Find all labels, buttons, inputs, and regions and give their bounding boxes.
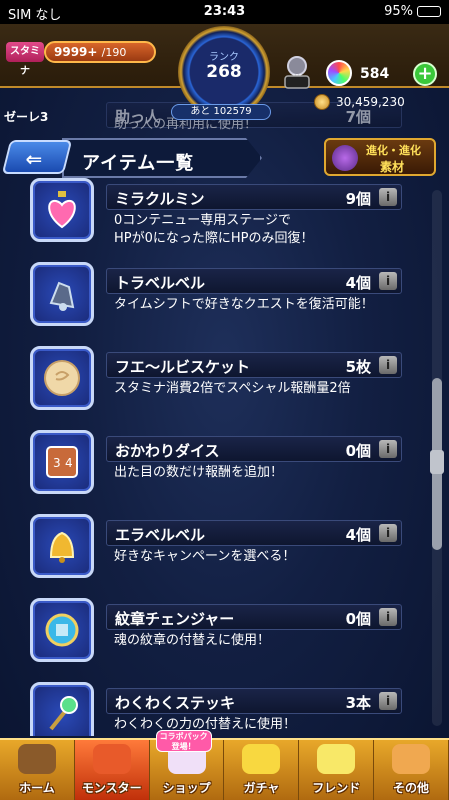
app-screen: SIM なし 23:43 95% 助っ人 7個 助っ人の再利用に使用！ ミラクル… bbox=[0, 0, 449, 800]
friend-icon bbox=[317, 744, 356, 774]
magic-wand-icon bbox=[30, 682, 94, 736]
evolution-monster-icon bbox=[332, 145, 358, 171]
dice-icon: 34 bbox=[30, 430, 94, 494]
list-item[interactable]: フエ〜ルビスケット 5枚 i スタミナ消費2倍でスペシャル報酬量2倍 bbox=[30, 346, 418, 430]
list-item[interactable]: わくわくステッキ 3本 i わくわくの力の付替えに使用！ bbox=[30, 682, 418, 736]
collab-badge: コラボパック登場！ bbox=[155, 730, 212, 752]
list-item[interactable]: ミラクルミン 9個 i 0コンテニュー専用ステージで HPが0になった際にHPのみ回復… bbox=[30, 178, 418, 262]
item-count: 4個 bbox=[345, 526, 371, 544]
side-label: ゼーレ3 bbox=[4, 110, 49, 124]
item-description: 好きなキャンペーンを選べる！ bbox=[114, 549, 296, 564]
item-description: スタミナ消費2倍でスペシャル報酬量2倍 bbox=[114, 381, 351, 396]
item-count: 9個 bbox=[345, 190, 371, 208]
gacha-icon bbox=[242, 744, 281, 774]
back-button[interactable]: ⇐ bbox=[1, 140, 73, 174]
info-button[interactable]: i bbox=[379, 188, 397, 206]
svg-text:3: 3 bbox=[53, 456, 61, 470]
item-name: 紋章チェンジャー bbox=[115, 610, 235, 628]
title-plate: アイテム一覧 bbox=[62, 138, 262, 178]
item-name-bar: わくわくステッキ 3本 i bbox=[106, 688, 402, 714]
item-name: フエ〜ルビスケット bbox=[115, 358, 251, 376]
nav-label: ホーム bbox=[19, 781, 55, 795]
material-label: 素材 bbox=[380, 160, 405, 174]
nav-item[interactable]: ショップ コラボパック登場！ bbox=[150, 730, 225, 800]
monster-icon bbox=[92, 744, 131, 774]
add-orb-button[interactable]: + bbox=[413, 62, 437, 86]
item-name: トラベルベル bbox=[115, 274, 206, 292]
item-count: 0個 bbox=[345, 610, 371, 628]
coin-count: 30,459,230 bbox=[336, 95, 405, 109]
stamina-max: /190 bbox=[101, 46, 127, 59]
nav-label: その他 bbox=[393, 781, 430, 795]
item-name: エラベルベル bbox=[115, 526, 206, 544]
back-arrow-icon: ⇐ bbox=[25, 147, 43, 171]
home-icon bbox=[17, 744, 56, 774]
bottom-nav: ホーム モンスター ショップ コラボパック登場！ ガチャ フレンド その他 bbox=[0, 730, 449, 800]
status-right: 95% bbox=[384, 4, 441, 19]
nav-label: フレンド bbox=[312, 781, 361, 795]
list-item[interactable]: 3 4 おかわりダイス 0個 i 出た目の数だけ報酬を追加！ bbox=[30, 430, 418, 514]
crest-changer-icon bbox=[30, 598, 94, 662]
item-count: 4個 bbox=[345, 274, 371, 292]
info-button[interactable]: i bbox=[379, 272, 397, 290]
nav-item[interactable]: フレンド bbox=[299, 740, 375, 800]
evolution-label: 進化・進化 bbox=[366, 144, 421, 157]
item-name-bar: フエ〜ルビスケット 5枚 i bbox=[106, 352, 402, 378]
exp-remaining: あと 102579 bbox=[171, 104, 271, 120]
battery-percent: 95% bbox=[384, 4, 413, 19]
item-name-bar: おかわりダイス 0個 i bbox=[106, 436, 402, 462]
item-count: 5枚 bbox=[345, 358, 371, 376]
item-name: ミラクルミン bbox=[115, 190, 205, 208]
status-bar: SIM なし 23:43 95% bbox=[0, 0, 449, 24]
item-description: 0コンテニュー専用ステージで HPが0になった際にHPのみ回復！ bbox=[114, 213, 314, 246]
item-name: わくわくステッキ bbox=[115, 694, 236, 712]
stamina-label: スタミナ bbox=[6, 42, 44, 77]
other-icon bbox=[392, 744, 431, 774]
info-button[interactable]: i bbox=[379, 524, 397, 542]
info-button[interactable]: i bbox=[379, 608, 397, 626]
page-header: アイテム一覧 ⇐ 進化・進化 素材 bbox=[0, 130, 449, 188]
item-name: おかわりダイス bbox=[115, 442, 220, 460]
biscuit-icon bbox=[30, 346, 94, 410]
monster-slot-label: --- bbox=[292, 70, 302, 80]
travel-bell-icon bbox=[30, 262, 94, 326]
battery-icon bbox=[417, 6, 441, 17]
rank-value: 268 bbox=[206, 62, 242, 82]
info-button[interactable]: i bbox=[379, 356, 397, 374]
svg-text:4: 4 bbox=[65, 456, 73, 470]
scrollbar-grip[interactable] bbox=[430, 450, 444, 474]
gold-bell-icon bbox=[30, 514, 94, 578]
item-count: 0個 bbox=[345, 442, 371, 460]
item-description: 魂の紋章の付替えに使用！ bbox=[114, 633, 271, 648]
nav-item[interactable]: ガチャ bbox=[224, 740, 300, 800]
item-name-bar: 紋章チェンジャー 0個 i bbox=[106, 604, 402, 630]
stamina-value: 9999+ bbox=[54, 45, 98, 59]
orb-icon bbox=[326, 60, 352, 86]
item-name-bar: エラベルベル 4個 i bbox=[106, 520, 402, 546]
nav-label: モンスター bbox=[81, 781, 142, 795]
evolution-material-button[interactable]: 進化・進化 素材 bbox=[324, 138, 436, 176]
item-count: 3本 bbox=[345, 694, 371, 712]
list-item[interactable]: エラベルベル 4個 i 好きなキャンペーンを選べる！ bbox=[30, 514, 418, 598]
clock: 23:43 bbox=[203, 4, 246, 19]
list-item[interactable]: 紋章チェンジャー 0個 i 魂の紋章の付替えに使用！ bbox=[30, 598, 418, 682]
item-description: 出た目の数だけ報酬を追加！ bbox=[114, 465, 284, 480]
item-list[interactable]: 助っ人 7個 助っ人の再利用に使用！ ミラクルミン 9個 i 0コンテニュー専用ステー… bbox=[0, 100, 449, 736]
page-title: アイテム一覧 bbox=[82, 153, 195, 174]
stamina-gauge[interactable]: 9999+ /190 bbox=[44, 41, 156, 63]
list-item[interactable]: トラベルベル 4個 i タイムシフトで好きなクエストを復活可能！ bbox=[30, 262, 418, 346]
nav-item[interactable]: ホーム bbox=[0, 740, 75, 800]
coin-icon bbox=[314, 94, 330, 110]
item-name-bar: トラベルベル 4個 i bbox=[106, 268, 402, 294]
item-description: タイムシフトで好きなクエストを復活可能！ bbox=[114, 297, 374, 312]
nav-label: ガチャ bbox=[243, 781, 280, 795]
rank-label: ランク bbox=[209, 52, 239, 63]
coin-display: 30,459,230 bbox=[314, 94, 405, 110]
nav-label: ショップ bbox=[162, 781, 211, 795]
info-button[interactable]: i bbox=[379, 440, 397, 458]
nav-item[interactable]: モンスター bbox=[74, 740, 150, 800]
orb-count: 584 bbox=[360, 66, 390, 82]
info-button[interactable]: i bbox=[379, 692, 397, 710]
nav-item[interactable]: その他 bbox=[374, 740, 449, 800]
